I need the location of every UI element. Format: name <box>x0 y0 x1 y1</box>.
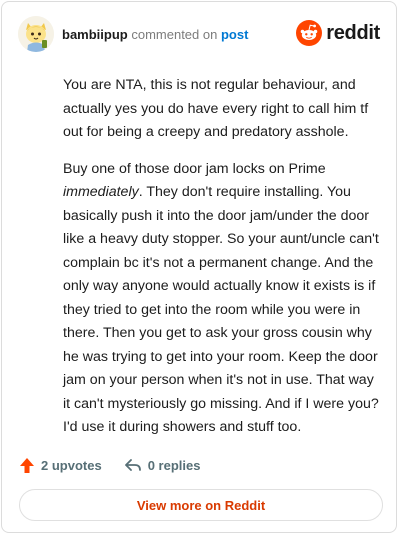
comment-paragraph: Buy one of those door jam locks on Prime… <box>63 158 383 440</box>
reply-count: 0 replies <box>147 457 201 473</box>
commented-on-text: commented on <box>131 27 218 42</box>
reddit-wordmark: reddit <box>326 21 380 44</box>
comment-actions: 2 upvotes 0 replies <box>19 454 200 476</box>
username-link[interactable]: bambiipup <box>62 27 128 42</box>
view-more-button[interactable]: View more on Reddit <box>19 489 383 521</box>
comment-byline: bambiipup commented on post <box>62 27 248 43</box>
reddit-icon <box>296 20 323 46</box>
reddit-logo[interactable]: reddit <box>296 18 380 48</box>
emphasized-text: immediately <box>63 184 139 200</box>
reply-arrow-icon <box>124 459 141 471</box>
post-link[interactable]: post <box>221 27 248 42</box>
comment-card: bambiipup commented on post reddit You a… <box>1 1 397 533</box>
comment-header: bambiipup commented on post reddit <box>18 16 380 52</box>
comment-text: Buy one of those door jam locks on Prime <box>63 160 326 177</box>
comment-text: . They don't require installing. You bas… <box>63 184 379 435</box>
upvote-arrow-icon <box>20 457 34 473</box>
user-avatar[interactable] <box>18 16 54 52</box>
upvote-count: 2 upvotes <box>41 457 102 473</box>
reply-button[interactable]: 0 replies <box>124 457 201 473</box>
upvote-button[interactable]: 2 upvotes <box>19 457 102 474</box>
comment-body: You are NTA, this is not regular behavio… <box>63 74 383 453</box>
comment-paragraph: You are NTA, this is not regular behavio… <box>63 77 369 140</box>
